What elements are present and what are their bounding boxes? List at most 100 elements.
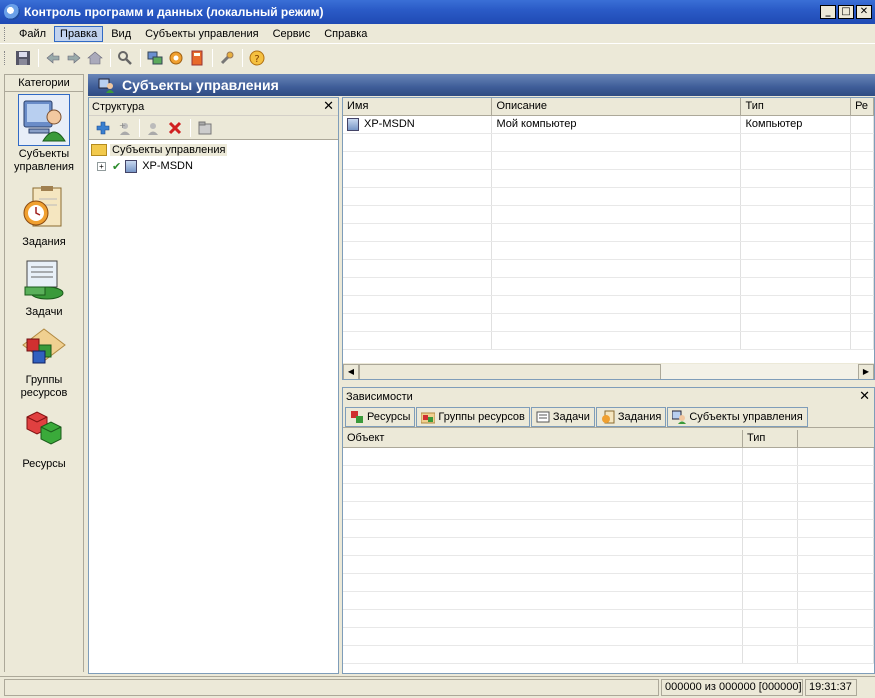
scroll-track[interactable]	[661, 364, 858, 379]
empty-row	[343, 466, 874, 484]
scroll-right-button[interactable]: ▶	[858, 364, 874, 379]
add-button[interactable]	[93, 118, 113, 138]
check-icon: ✔	[112, 160, 122, 173]
horizontal-scrollbar[interactable]: ◀ ▶	[343, 363, 874, 379]
calculator-button[interactable]	[187, 48, 207, 68]
menu-file[interactable]: Файл	[13, 26, 52, 42]
title-bar: Контроль программ и данных (локальный ре…	[0, 0, 875, 24]
properties-button[interactable]	[195, 118, 215, 138]
svg-text:?: ?	[254, 54, 259, 65]
network-button[interactable]	[145, 48, 165, 68]
column-type[interactable]: Тип	[743, 430, 798, 447]
delete-button[interactable]	[165, 118, 185, 138]
empty-row	[343, 170, 874, 188]
subjects-header-icon	[98, 78, 114, 93]
empty-row	[343, 592, 874, 610]
empty-row	[343, 628, 874, 646]
empty-row	[343, 260, 874, 278]
settings-button[interactable]	[166, 48, 186, 68]
empty-row	[343, 314, 874, 332]
status-bar: 000000 из 000000 [000000] 19:31:37	[0, 676, 875, 698]
calculator-icon	[191, 50, 203, 66]
minimize-button[interactable]: _	[820, 5, 836, 19]
tree-node-root-label: Субъекты управления	[110, 144, 228, 156]
status-time: 19:31:37	[805, 679, 857, 696]
category-tasks[interactable]: Задачи	[5, 252, 83, 319]
help-button[interactable]: ?	[247, 48, 267, 68]
home-button[interactable]	[85, 48, 105, 68]
category-resources[interactable]: Ресурсы	[5, 404, 83, 471]
help-icon: ?	[249, 50, 265, 66]
empty-row	[343, 152, 874, 170]
tab-subjects-label: Субъекты управления	[689, 410, 803, 423]
tab-tasks[interactable]: Задачи	[530, 406, 595, 427]
empty-row	[343, 296, 874, 314]
empty-row	[343, 206, 874, 224]
save-button[interactable]	[13, 48, 33, 68]
tree-node-root[interactable]: Субъекты управления	[91, 142, 338, 158]
app-icon	[4, 4, 20, 20]
empty-row	[343, 574, 874, 592]
deps-rows	[343, 448, 874, 664]
column-object[interactable]: Объект	[343, 430, 743, 447]
resources-cubes-icon	[26, 411, 62, 445]
structure-title: Структура	[92, 100, 145, 113]
tree-node-xp-msdn[interactable]: + ✔ XP-MSDN	[91, 158, 338, 174]
column-type[interactable]: Тип	[741, 98, 852, 115]
tools-button[interactable]	[217, 48, 237, 68]
edit-subject-button[interactable]	[144, 118, 164, 138]
column-extra[interactable]: Ре	[851, 98, 874, 115]
maximize-button[interactable]: □	[838, 5, 854, 19]
resource-group-icon	[22, 328, 66, 364]
column-name[interactable]: Имя	[343, 98, 493, 115]
arrow-left-icon	[46, 52, 60, 64]
empty-row	[343, 134, 874, 152]
menu-service[interactable]: Сервис	[267, 26, 317, 42]
tab-resources[interactable]: Ресурсы	[345, 406, 416, 427]
empty-row	[343, 538, 874, 556]
structure-close-button[interactable]: ✕	[323, 98, 334, 114]
category-resource-groups[interactable]: Группы ресурсов	[5, 320, 83, 400]
resource-group-icon	[421, 412, 436, 423]
scroll-left-button[interactable]: ◀	[343, 364, 359, 379]
scroll-thumb[interactable]	[359, 364, 661, 379]
tasks-icon	[24, 260, 64, 300]
close-button[interactable]: ✕	[856, 5, 872, 19]
back-button[interactable]	[43, 48, 63, 68]
tab-jobs-label: Задания	[617, 410, 662, 423]
empty-row	[343, 242, 874, 260]
empty-row	[343, 484, 874, 502]
menu-grip[interactable]	[4, 26, 7, 41]
computer-icon	[125, 159, 138, 173]
dependencies-panel: Зависимости ✕ Ресурсы Группы ресурсов За…	[342, 387, 875, 674]
menu-subjects[interactable]: Субъекты управления	[139, 26, 264, 42]
table-row[interactable]: XP-MSDN Мой компьютер Компьютер	[343, 116, 874, 134]
main-header: Субъекты управления	[88, 74, 875, 96]
tab-subjects[interactable]: Субъекты управления	[667, 406, 808, 427]
tab-jobs[interactable]: Задания	[595, 406, 667, 427]
empty-row	[343, 278, 874, 296]
empty-row	[343, 188, 874, 206]
tab-resource-groups[interactable]: Группы ресурсов	[416, 406, 530, 427]
search-button[interactable]	[115, 48, 135, 68]
column-description[interactable]: Описание	[492, 98, 742, 115]
menu-help[interactable]: Справка	[318, 26, 373, 42]
window-title: Контроль программ и данных (локальный ре…	[24, 5, 324, 19]
delete-icon	[168, 121, 182, 134]
dependencies-close-button[interactable]: ✕	[859, 388, 870, 404]
add-subject-button[interactable]: +	[114, 118, 134, 138]
menu-view[interactable]: Вид	[105, 26, 137, 42]
dependencies-tabs: Ресурсы Группы ресурсов Задачи Задания С…	[343, 406, 874, 428]
category-subjects[interactable]: Субъекты управления	[5, 94, 83, 174]
menu-bar: Файл Правка Вид Субъекты управления Серв…	[0, 24, 875, 44]
tree-expander[interactable]: +	[97, 161, 106, 171]
category-jobs[interactable]: Задания	[5, 182, 83, 249]
category-jobs-label: Задания	[22, 236, 66, 248]
gear-icon	[169, 51, 183, 65]
forward-button[interactable]	[64, 48, 84, 68]
search-icon	[118, 51, 132, 65]
toolbar-grip[interactable]	[4, 51, 7, 65]
menu-edit[interactable]: Правка	[54, 25, 104, 42]
categories-header[interactable]: Категории	[4, 74, 84, 92]
empty-row	[343, 646, 874, 664]
